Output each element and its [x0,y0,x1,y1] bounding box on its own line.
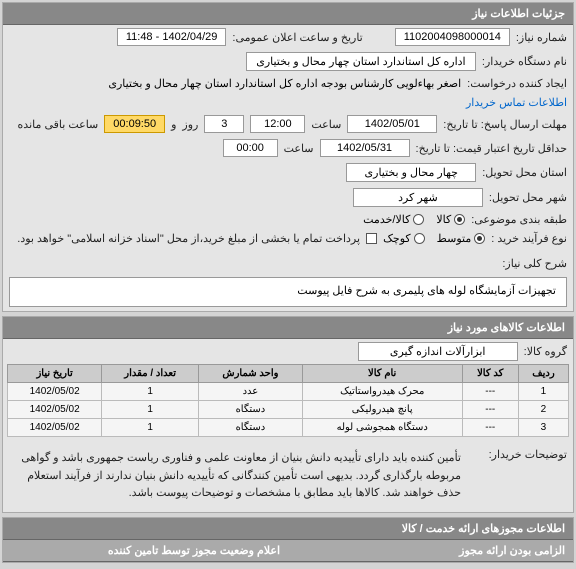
treasury-docs-checkbox[interactable] [366,233,377,244]
category-radio-group: کالا کالا/خدمت [363,213,465,226]
hour-label-2: ساعت [284,142,314,155]
purchase-medium-option[interactable]: متوسط [437,232,486,245]
city-value: شهر کرد [353,188,483,207]
category-service-label: کالا/خدمت [363,213,410,226]
col-code: کد کالا [462,365,518,383]
deadline-date-value: 1402/05/01 [347,115,437,133]
table-cell: پانچ هیدرولیکی [302,401,462,419]
province-value: چهار محال و بختیاری [346,163,476,182]
table-cell: 1402/05/02 [8,383,102,401]
radio-checked-icon [474,233,485,244]
table-cell: دستگاه همجوشی لوله [302,419,462,437]
category-service-option[interactable]: کالا/خدمت [363,213,424,226]
and-label: و [171,118,176,131]
need-desc-value: تجهیزات آزمایشگاه لوله های پلیمری به شرح… [9,277,567,307]
table-cell: 1402/05/02 [8,401,102,419]
table-cell: 3 [518,419,568,437]
city-label: شهر محل تحویل: [489,191,567,204]
need-items-header: اطلاعات کالاهای مورد نیاز [3,317,573,339]
table-row: 2---پانچ هیدرولیکیدستگاه11402/05/02 [8,401,569,419]
table-cell: عدد [199,383,303,401]
purchase-type-label: نوع فرآیند خرید : [491,232,567,245]
table-cell: --- [462,419,518,437]
col-date: تاریخ نیاز [8,365,102,383]
day-label: روز [182,118,198,131]
validity-label: حداقل تاریخ اعتبار قیمت: تا تاریخ: [416,142,567,155]
table-cell: 2 [518,401,568,419]
table-cell: محرک هیدرواستاتیک [302,383,462,401]
request-creator-value: اصغر بهاءلویی کارشناس بودجه اداره کل است… [108,77,461,90]
province-label: استان محل تحویل: [482,166,567,179]
col-row: ردیف [518,365,568,383]
table-cell: 1 [518,383,568,401]
deadline-label: مهلت ارسال پاسخ: تا تاریخ: [443,118,567,131]
buyer-contact-link[interactable]: اطلاعات تماس خریدار [466,96,567,109]
table-cell: --- [462,383,518,401]
goods-group-label: گروه کالا: [524,345,567,358]
buyer-notes-label: توضیحات خریدار: [477,444,567,461]
buyer-notes-value: تأمین کننده باید دارای تأییدیه دانش بنیا… [9,444,471,509]
request-creator-label: ایجاد کننده درخواست: [467,77,567,90]
license-declare-col: اعلام وضعیت مجوز توسط تامین کننده [3,540,288,562]
deadline-hour-value: 12:00 [250,115,305,133]
table-cell: 1 [102,383,199,401]
need-no-value: 1102004098000014 [395,28,510,46]
licenses-needed-col: الزامی بودن ارائه مجوز [288,540,573,562]
need-desc-label: شرح کلی نیاز: [502,251,567,270]
col-unit: واحد شمارش [199,365,303,383]
purchase-type-radio-group: متوسط کوچک [383,232,485,245]
need-details-header: جزئیات اطلاعات نیاز [3,3,573,25]
announce-datetime-label: تاریخ و ساعت اعلان عمومی: [232,31,362,44]
col-name: نام کالا [302,365,462,383]
radio-unchecked-icon [414,233,425,244]
countdown-timer: 00:09:50 [104,115,165,133]
validity-hour-value: 00:00 [223,139,278,157]
purchase-medium-label: متوسط [437,232,472,245]
buyer-org-label: نام دستگاه خریدار: [482,55,567,68]
category-label: طبقه بندی موضوعی: [471,213,567,226]
table-cell: 1 [102,419,199,437]
table-cell: 1 [102,401,199,419]
radio-checked-icon [454,214,465,225]
time-left-label: ساعت باقی مانده [18,118,99,131]
col-qty: تعداد / مقدار [102,365,199,383]
hour-label-1: ساعت [311,118,341,131]
partial-pay-note: پرداخت تمام یا بخشی از مبلغ خرید،از محل … [17,232,360,245]
category-goods-label: کالا [436,213,451,226]
table-row: 1---محرک هیدرواستاتیکعدد11402/05/02 [8,383,569,401]
purchase-small-option[interactable]: کوچک [383,232,425,245]
purchase-small-label: کوچک [383,232,411,245]
table-cell: دستگاه [199,401,303,419]
validity-date-value: 1402/05/31 [320,139,410,157]
buyer-org-value: اداره کل استاندارد استان چهار محال و بخت… [246,52,476,71]
days-left-value: 3 [204,115,244,133]
table-cell: 1402/05/02 [8,419,102,437]
radio-unchecked-icon [413,214,424,225]
category-goods-option[interactable]: کالا [436,213,465,226]
goods-group-value: ابزارآلات اندازه گیری [358,342,518,361]
need-no-label: شماره نیاز: [516,31,567,44]
table-row: 3---دستگاه همجوشی لولهدستگاه11402/05/02 [8,419,569,437]
table-cell: دستگاه [199,419,303,437]
goods-table: ردیف کد کالا نام کالا واحد شمارش تعداد /… [7,364,569,437]
license-info-header: اطلاعات مجوزهای ارائه خدمت / کالا [3,518,573,540]
table-cell: --- [462,401,518,419]
announce-datetime-value: 1402/04/29 - 11:48 [117,28,227,46]
